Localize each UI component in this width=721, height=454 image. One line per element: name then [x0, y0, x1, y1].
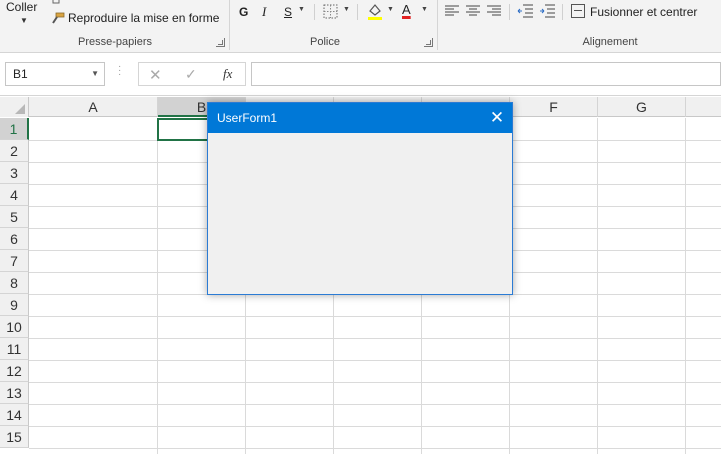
- column-header-f[interactable]: F: [510, 97, 598, 117]
- font-group-label: Police: [310, 36, 340, 48]
- gridline: [29, 426, 721, 427]
- row-header-11[interactable]: 11: [0, 338, 29, 360]
- gridline: [29, 360, 721, 361]
- select-all-corner-icon[interactable]: [0, 97, 29, 117]
- paste-dropdown-chevron-icon[interactable]: ▼: [20, 16, 28, 25]
- gridline: [29, 338, 721, 339]
- clipboard-dialog-launcher-icon[interactable]: [216, 38, 225, 47]
- name-box[interactable]: B1 ▼: [5, 62, 105, 86]
- name-box-value: B1: [13, 67, 28, 81]
- row-header-3[interactable]: 3: [0, 162, 29, 184]
- gridline: [29, 448, 721, 449]
- format-painter-button[interactable]: Reproduire la mise en forme: [68, 11, 219, 25]
- font-color-dropdown-chevron-icon[interactable]: ▼: [421, 6, 428, 13]
- formula-bar-area: B1 ▼ · · · ✕ ✓ fx: [0, 54, 721, 96]
- toolbar-divider: [357, 4, 358, 20]
- underline-dropdown-chevron-icon[interactable]: ▼: [298, 6, 305, 13]
- row-header-12[interactable]: 12: [0, 360, 29, 382]
- clipboard-group-label: Presse-papiers: [78, 36, 152, 48]
- row-header-6[interactable]: 6: [0, 228, 29, 250]
- copy-icon[interactable]: [52, 0, 62, 4]
- close-icon[interactable]: ✕: [482, 103, 512, 133]
- column-header-a[interactable]: A: [29, 97, 158, 117]
- row-header-7[interactable]: 7: [0, 250, 29, 272]
- row-header-13[interactable]: 13: [0, 382, 29, 404]
- group-divider: [437, 0, 438, 50]
- increase-indent-icon[interactable]: [539, 4, 555, 18]
- merge-center-icon[interactable]: [571, 4, 585, 18]
- userform-title-bar[interactable]: UserForm1 ✕: [208, 103, 512, 133]
- ribbon: Coller ▼ Reproduire la mise en forme Pre…: [0, 0, 721, 53]
- row-header-15[interactable]: 15: [0, 426, 29, 448]
- align-center-icon[interactable]: [466, 5, 480, 17]
- italic-button[interactable]: I: [262, 4, 266, 20]
- row-header-4[interactable]: 4: [0, 184, 29, 206]
- cancel-icon[interactable]: ✕: [149, 66, 162, 84]
- decrease-indent-icon[interactable]: [517, 4, 533, 18]
- userform-title: UserForm1: [217, 111, 278, 125]
- column-header-h[interactable]: [686, 97, 721, 117]
- merge-center-button[interactable]: Fusionner et centrer: [590, 5, 697, 19]
- bold-button[interactable]: G: [239, 4, 248, 20]
- fill-color-icon[interactable]: [366, 2, 384, 20]
- name-box-chevron-down-icon[interactable]: ▼: [91, 69, 99, 78]
- row-header-14[interactable]: 14: [0, 404, 29, 426]
- borders-dropdown-chevron-icon[interactable]: ▼: [343, 6, 350, 13]
- font-color-button[interactable]: A: [402, 2, 411, 18]
- align-right-icon[interactable]: [487, 5, 501, 17]
- group-divider: [229, 0, 230, 50]
- row-header-10[interactable]: 10: [0, 316, 29, 338]
- underline-button[interactable]: S: [284, 4, 292, 20]
- column-header-g[interactable]: G: [598, 97, 686, 117]
- toolbar-divider: [562, 4, 563, 20]
- gridline: [597, 118, 598, 454]
- row-header-9[interactable]: 9: [0, 294, 29, 316]
- toolbar-divider: [509, 4, 510, 20]
- fill-color-dropdown-chevron-icon[interactable]: ▼: [387, 6, 394, 13]
- userform-window[interactable]: UserForm1 ✕: [207, 102, 513, 295]
- row-header-1[interactable]: 1: [0, 118, 29, 140]
- formula-input[interactable]: [251, 62, 721, 86]
- align-left-icon[interactable]: [445, 5, 459, 17]
- font-dialog-launcher-icon[interactable]: [424, 38, 433, 47]
- enter-check-icon[interactable]: ✓: [185, 66, 197, 83]
- gridline: [29, 382, 721, 383]
- gridline: [29, 404, 721, 405]
- borders-icon[interactable]: [323, 4, 338, 19]
- formula-buttons: ✕ ✓ fx: [138, 62, 246, 86]
- alignment-group-label: Alignement: [582, 36, 638, 48]
- userform-body[interactable]: [208, 133, 512, 294]
- gridline: [685, 118, 686, 454]
- row-header-2[interactable]: 2: [0, 140, 29, 162]
- row-header-5[interactable]: 5: [0, 206, 29, 228]
- paste-button[interactable]: Coller: [6, 0, 37, 14]
- format-painter-icon[interactable]: [51, 12, 65, 24]
- gridline: [29, 316, 721, 317]
- gridline: [157, 118, 158, 454]
- toolbar-divider: [314, 4, 315, 20]
- formula-bar-grip-icon[interactable]: · · ·: [118, 62, 121, 80]
- insert-function-button[interactable]: fx: [223, 66, 232, 82]
- row-header-8[interactable]: 8: [0, 272, 29, 294]
